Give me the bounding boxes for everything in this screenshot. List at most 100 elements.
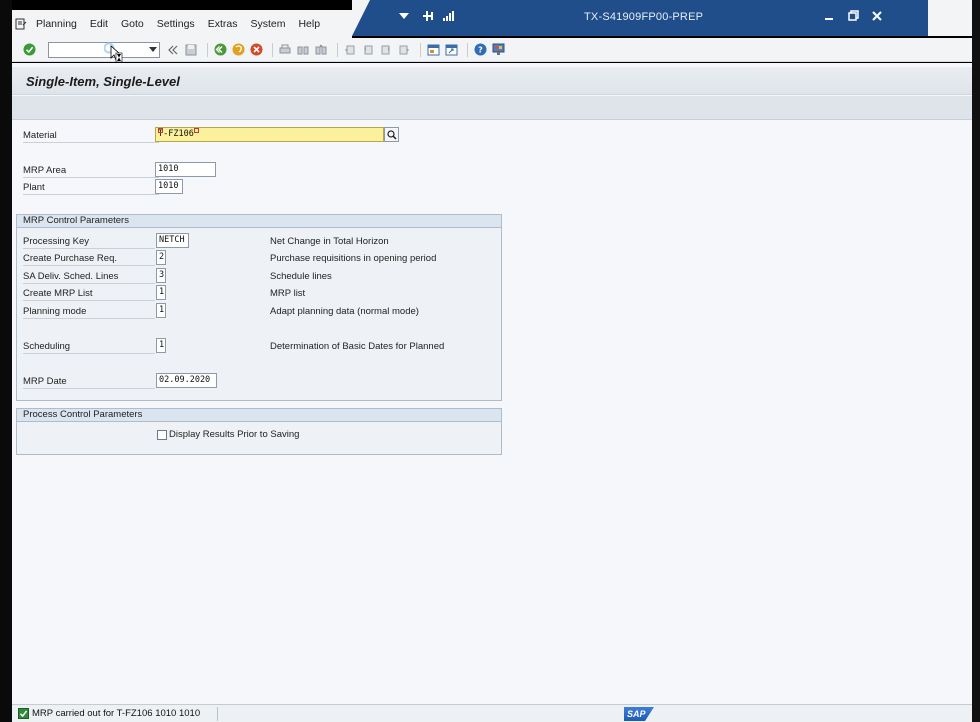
- menu-goto[interactable]: Goto: [121, 18, 144, 30]
- standard-toolbar: ?: [12, 38, 972, 62]
- find-icon[interactable]: [296, 43, 310, 57]
- material-input[interactable]: T-FZ106: [155, 127, 384, 142]
- next-page-icon[interactable]: [379, 43, 393, 57]
- create-mrp-list-input[interactable]: 1: [156, 285, 166, 300]
- toolbar-separator: [337, 42, 338, 57]
- sa-deliv-sched-lines-description: Schedule lines: [270, 271, 332, 282]
- application-toolbar: [12, 96, 972, 120]
- back-icon[interactable]: [213, 43, 227, 57]
- label-underline: [23, 177, 159, 178]
- process-control-parameters-group: Process Control Parameters Display Resul…: [16, 408, 502, 455]
- processing-key-label: Processing Key: [23, 236, 90, 247]
- create-purchase-req-input[interactable]: 2: [156, 250, 166, 265]
- label-underline: [23, 388, 155, 389]
- create-mrp-list-label: Create MRP List: [23, 288, 93, 299]
- last-page-icon[interactable]: [397, 43, 411, 57]
- connection-quality-icon: [442, 10, 454, 25]
- generate-shortcut-icon[interactable]: [444, 43, 458, 57]
- processing-key-description: Net Change in Total Horizon: [270, 236, 389, 247]
- previous-page-icon[interactable]: [361, 43, 375, 57]
- enter-icon[interactable]: [22, 43, 36, 57]
- plant-label: Plant: [23, 182, 45, 193]
- processing-key-input[interactable]: NETCH: [156, 233, 189, 248]
- first-page-icon[interactable]: [343, 43, 357, 57]
- collapse-command-icon[interactable]: [166, 43, 180, 57]
- material-label: Material: [23, 130, 57, 141]
- right-frame: [972, 0, 980, 722]
- search-icon: [386, 129, 397, 140]
- label-underline: [23, 300, 155, 301]
- menu-help[interactable]: Help: [298, 18, 320, 30]
- menu-edit[interactable]: Edit: [90, 18, 108, 30]
- label-underline: [23, 283, 155, 284]
- label-underline: [23, 142, 159, 143]
- restore-icon[interactable]: [848, 10, 859, 24]
- planning-mode-description: Adapt planning data (normal mode): [270, 306, 419, 317]
- cancel-icon[interactable]: [249, 43, 263, 57]
- mrp-area-label: MRP Area: [23, 165, 67, 176]
- customize-layout-icon[interactable]: [398, 10, 410, 24]
- status-divider: [217, 707, 218, 721]
- create-purchase-req-label: Create Purchase Req.: [23, 253, 117, 264]
- label-underline: [23, 248, 155, 249]
- planning-mode-input[interactable]: 1: [156, 303, 166, 318]
- status-message[interactable]: MRP carried out for T-FZ106 1010 1010: [32, 708, 200, 719]
- label-underline: [23, 318, 155, 319]
- save-icon[interactable]: [184, 43, 198, 57]
- customize-local-layout-icon[interactable]: [491, 43, 505, 57]
- toolbar-separator: [207, 42, 208, 57]
- title-bar-right-space: [928, 0, 972, 36]
- mrp-control-parameters-title: MRP Control Parameters: [17, 215, 501, 228]
- sa-deliv-sched-lines-label: SA Deliv. Sched. Lines: [23, 271, 119, 282]
- page-title: Single-Item, Single-Level: [26, 74, 180, 89]
- create-mrp-list-description: MRP list: [270, 288, 306, 299]
- svg-text:?: ?: [478, 46, 483, 55]
- window-title: TX-S41909FP00-PREP: [584, 11, 704, 23]
- mrp-area-input[interactable]: 1010: [155, 162, 216, 177]
- label-underline: [23, 265, 155, 266]
- scheduling-label: Scheduling: [23, 341, 71, 352]
- menu-extras[interactable]: Extras: [208, 18, 238, 30]
- pin-icon[interactable]: [422, 10, 434, 25]
- main-area: Single-Item, Single-Level Material T-FZ1…: [12, 63, 972, 704]
- material-search-help-button[interactable]: [384, 127, 399, 142]
- plant-input[interactable]: 1010: [155, 179, 183, 194]
- success-check-icon: [18, 708, 29, 719]
- busy-cursor-icon: [103, 42, 124, 64]
- app-menu-icon[interactable]: [14, 17, 28, 31]
- sap-logo: SAP: [624, 707, 654, 721]
- planning-mode-label: Planning mode: [23, 306, 87, 317]
- mrp-control-parameters-group: MRP Control Parameters Processing Key NE…: [16, 214, 502, 401]
- print-icon[interactable]: [278, 43, 292, 57]
- label-underline: [23, 194, 159, 195]
- toolbar-separator: [272, 42, 273, 57]
- exit-icon[interactable]: [231, 43, 245, 57]
- command-field-dropdown-icon[interactable]: [149, 46, 157, 52]
- left-frame: [0, 0, 12, 722]
- help-icon[interactable]: ?: [473, 43, 487, 57]
- sa-deliv-sched-lines-input[interactable]: 3: [156, 268, 166, 283]
- scheduling-description: Determination of Basic Dates for Planned: [270, 341, 445, 352]
- display-results-label: Display Results Prior to Saving: [169, 429, 300, 440]
- title-bar-notch: [352, 0, 370, 36]
- create-session-icon[interactable]: [426, 43, 440, 57]
- find-next-icon[interactable]: [314, 43, 328, 57]
- menu-settings[interactable]: Settings: [157, 18, 195, 30]
- window-title-bar: TX-S41909FP00-PREP: [352, 0, 928, 36]
- menu-system[interactable]: System: [250, 18, 285, 30]
- label-underline: [23, 353, 155, 354]
- menu-bar: Planning Edit Goto Settings Extras Syste…: [12, 10, 352, 38]
- status-bar: MRP carried out for T-FZ106 1010 1010 SA…: [12, 704, 972, 722]
- create-purchase-req-description: Purchase requisitions in opening period: [270, 253, 437, 264]
- process-control-parameters-title: Process Control Parameters: [17, 409, 501, 422]
- toolbar-separator: [467, 42, 468, 57]
- page-title-bar: Single-Item, Single-Level: [12, 67, 972, 95]
- scheduling-input[interactable]: 1: [156, 338, 166, 353]
- mrp-date-label: MRP Date: [23, 376, 67, 387]
- display-results-checkbox[interactable]: [157, 430, 167, 440]
- menu-planning[interactable]: Planning: [36, 18, 77, 30]
- close-icon[interactable]: [872, 10, 882, 24]
- mrp-date-input[interactable]: 02.09.2020: [156, 373, 217, 388]
- toolbar-separator: [420, 42, 421, 57]
- minimize-icon[interactable]: [824, 10, 834, 24]
